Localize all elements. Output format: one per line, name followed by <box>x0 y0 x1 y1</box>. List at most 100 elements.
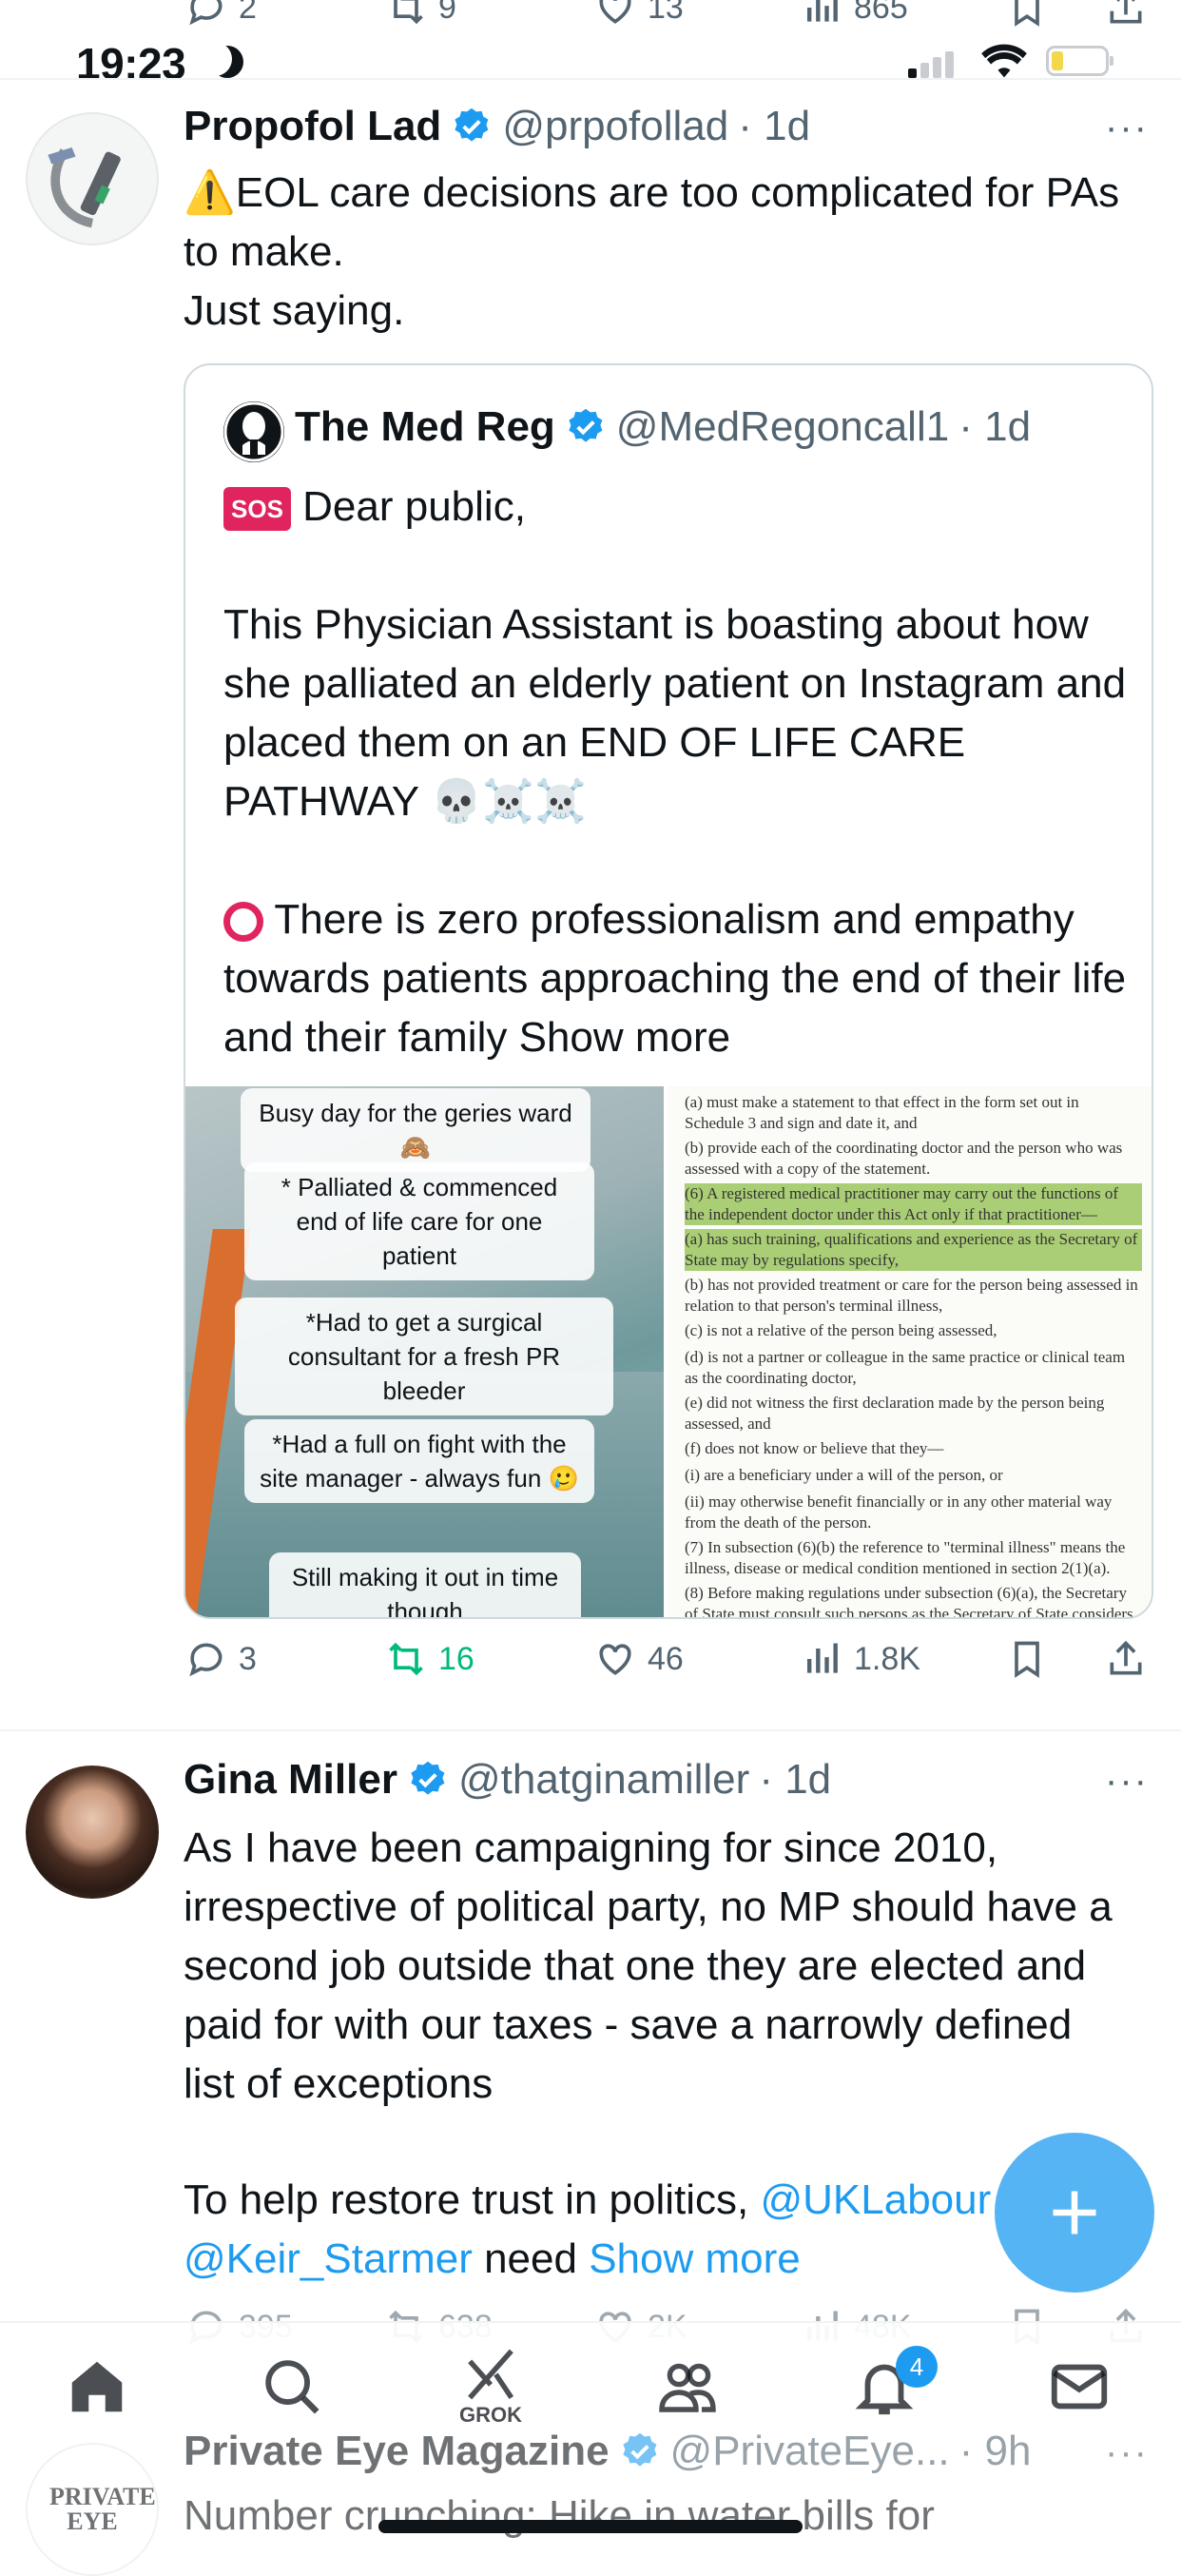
sos-icon: SOS <box>223 487 291 532</box>
author-name[interactable]: Private Eye Magazine <box>184 2428 610 2475</box>
author-handle[interactable]: @PrivateEye... <box>670 2428 950 2475</box>
heart-icon <box>599 1644 631 1675</box>
tweet-text-continued: To help restore trust in politics, @UKLa… <box>184 2171 1125 2289</box>
verified-badge-icon <box>569 408 603 442</box>
quoted-author-name[interactable]: The Med Reg <box>295 403 555 451</box>
mention-link[interactable]: @Keir_Starmer <box>184 2235 473 2282</box>
author-name[interactable]: Propofol Lad <box>184 103 441 150</box>
story-caption: Busy day for the geries ward 🙈 <box>241 1088 590 1172</box>
story-caption: Still making it out in time though <box>269 1552 581 1617</box>
document-line: (i) are a beneficiary under a will of th… <box>685 1466 1003 1484</box>
tweet-time: · 1d <box>738 103 811 149</box>
reply-count: 2 <box>239 0 257 26</box>
share-icon <box>1110 1640 1142 1675</box>
quoted-avatar[interactable] <box>223 401 284 462</box>
communities-icon <box>659 2363 716 2412</box>
document-line: (e) did not witness the first declaratio… <box>685 1394 1105 1433</box>
grok-label: GROK <box>459 2403 522 2427</box>
story-caption: * Palliated & commenced end of life care… <box>244 1162 594 1280</box>
repost-button[interactable]: 16 <box>385 1638 474 1680</box>
laryngoscope-avatar-image <box>48 146 121 228</box>
more-options-icon[interactable]: ··· <box>1105 1760 1149 1803</box>
instagram-story-image[interactable]: Busy day for the geries ward 🙈 * Palliat… <box>185 1086 664 1617</box>
repost-icon <box>389 1642 423 1676</box>
repost-button[interactable]: 9 <box>385 0 456 29</box>
repost-count: 9 <box>438 0 456 26</box>
tweet-header: Gina Miller @thatginamiller · 1d <box>184 1756 831 1804</box>
like-button[interactable]: 46 <box>594 1638 684 1680</box>
nav-messages[interactable] <box>1036 2344 1122 2430</box>
author-handle[interactable]: @thatginamiller <box>458 1756 749 1804</box>
quoted-tweet[interactable]: The Med Reg @MedRegoncall1 · 1d SOS Dear… <box>184 363 1153 1619</box>
tweet-text-part: need <box>472 2235 590 2282</box>
avatar[interactable] <box>26 1766 159 1899</box>
divider <box>0 78 1181 80</box>
private-eye-logo: PRIVATE EYE <box>49 2483 156 2535</box>
reply-count: 3 <box>239 1640 257 1677</box>
reply-button[interactable]: 2 <box>185 0 257 29</box>
quoted-paragraph-2: This Physician Assistant is boasting abo… <box>223 601 1138 825</box>
mail-icon <box>1051 2364 1108 2410</box>
tweet-header: Private Eye Magazine @PrivateEye... · 9h <box>184 2428 1031 2475</box>
nav-grok[interactable]: GROK <box>448 2344 533 2430</box>
home-indicator[interactable] <box>378 2520 803 2533</box>
bookmark-button[interactable] <box>1006 0 1048 29</box>
legislation-document-image[interactable]: (a) must make a statement to that effect… <box>668 1086 1152 1617</box>
author-handle[interactable]: @prpofollad <box>502 103 728 150</box>
quoted-header: The Med Reg @MedRegoncall1 · 1d <box>295 403 1031 451</box>
show-more-link[interactable]: Show more <box>589 2235 801 2282</box>
reply-button[interactable]: 3 <box>185 1638 257 1680</box>
quoted-tweet-time: · 1d <box>958 403 1032 450</box>
status-time: 19:23 <box>76 39 186 88</box>
plus-icon <box>1053 2191 1096 2234</box>
quoted-media[interactable]: Busy day for the geries ward 🙈 * Palliat… <box>185 1086 1152 1617</box>
moon-icon <box>198 42 243 78</box>
avatar[interactable] <box>26 112 159 245</box>
compose-button[interactable] <box>995 2133 1154 2293</box>
tweet-time: · 9h <box>958 2428 1032 2474</box>
divider <box>0 1729 1181 1731</box>
nav-search[interactable] <box>249 2344 335 2430</box>
verified-badge-icon <box>622 2432 656 2467</box>
share-button[interactable] <box>1105 0 1147 29</box>
bookmark-icon <box>1015 0 1039 27</box>
share-button[interactable] <box>1105 1638 1147 1680</box>
heart-icon <box>599 0 631 24</box>
story-caption: *Had a full on fight with the site manag… <box>244 1419 594 1503</box>
like-count: 13 <box>648 0 684 26</box>
views-button[interactable]: 865 <box>801 0 908 29</box>
more-options-icon[interactable]: ··· <box>1105 107 1149 149</box>
status-bar: 19:23 <box>0 30 1181 97</box>
document-line: (ii) may otherwise benefit financially o… <box>685 1493 1113 1532</box>
masked-figure-avatar-image <box>223 401 284 462</box>
document-line: (6) A registered medical practitioner ma… <box>685 1183 1142 1225</box>
bookmark-button[interactable] <box>1006 1638 1048 1680</box>
show-more-link[interactable]: Show more <box>519 1014 731 1061</box>
quoted-greeting: Dear public, <box>290 483 526 530</box>
story-caption: *Had to get a surgical consultant for a … <box>235 1298 613 1415</box>
mention-link[interactable]: @UKLabour <box>760 2176 991 2223</box>
more-options-icon[interactable]: ··· <box>1105 2431 1149 2474</box>
repost-count: 16 <box>438 1640 474 1677</box>
wifi-icon <box>981 44 1027 78</box>
views-count: 865 <box>854 0 908 26</box>
quoted-author-handle[interactable]: @MedRegoncall1 <box>616 403 949 451</box>
views-icon <box>806 1643 838 1673</box>
like-button[interactable]: 13 <box>594 0 684 29</box>
author-name[interactable]: Gina Miller <box>184 1756 397 1804</box>
verified-badge-icon <box>411 1761 445 1795</box>
nav-home[interactable] <box>54 2344 140 2430</box>
avatar[interactable]: PRIVATE EYE <box>26 2443 159 2576</box>
like-count: 46 <box>648 1640 684 1677</box>
views-count: 1.8K <box>854 1640 920 1677</box>
battery-icon <box>1046 46 1113 76</box>
repost-icon <box>391 0 423 25</box>
document-line: (b) has not provided treatment or care f… <box>685 1276 1138 1315</box>
views-icon <box>806 0 838 22</box>
document-line: (a) must make a statement to that effect… <box>685 1093 1079 1132</box>
tweet-actions: 3 16 46 1.8K <box>0 1638 1181 1695</box>
views-button[interactable]: 1.8K <box>801 1638 920 1680</box>
tweet-text: As I have been campaigning for since 201… <box>184 1825 1124 2107</box>
nav-communities[interactable] <box>645 2344 730 2430</box>
tweet-time: · 1d <box>759 1756 832 1803</box>
